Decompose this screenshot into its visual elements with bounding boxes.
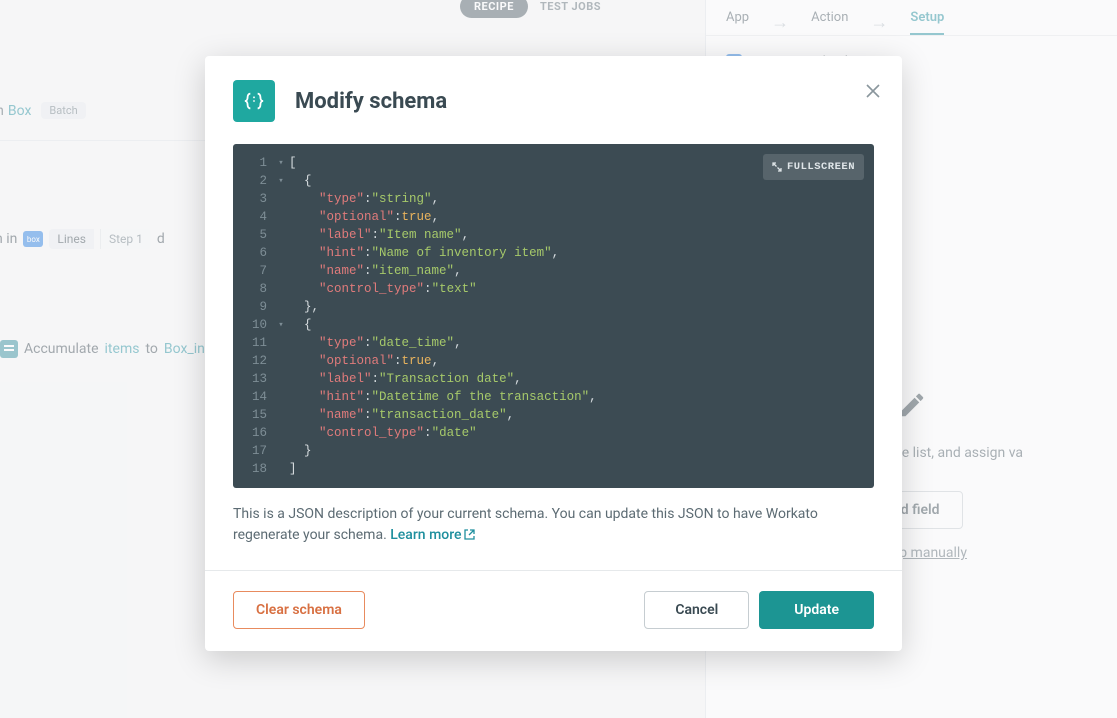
schema-icon <box>233 80 275 122</box>
modal-description: This is a JSON description of your curre… <box>233 504 874 546</box>
cancel-button[interactable]: Cancel <box>644 591 749 629</box>
line-gutter: 123456789101112131415161718 <box>233 154 273 478</box>
json-editor[interactable]: FULLSCREEN 123456789101112131415161718 ▾… <box>233 144 874 488</box>
close-icon <box>866 84 880 98</box>
close-button[interactable] <box>866 84 880 102</box>
external-link-icon <box>464 526 475 537</box>
editor-inner: 123456789101112131415161718 ▾▾▾ [ { "typ… <box>233 144 874 488</box>
fold-gutter: ▾▾▾ <box>273 154 289 478</box>
clear-schema-button[interactable]: Clear schema <box>233 591 365 629</box>
modal-title: Modify schema <box>295 89 447 114</box>
modal-header: Modify schema <box>205 56 902 144</box>
desc-text: This is a JSON description of your curre… <box>233 506 818 543</box>
modal-body: FULLSCREEN 123456789101112131415161718 ▾… <box>205 144 902 571</box>
modal-footer: Clear schema Cancel Update <box>205 571 902 651</box>
fullscreen-label: FULLSCREEN <box>787 158 855 176</box>
modify-schema-modal: Modify schema FULLSCREEN 123456789101112… <box>205 56 902 651</box>
expand-icon <box>772 162 782 172</box>
fullscreen-button[interactable]: FULLSCREEN <box>763 154 864 180</box>
update-button[interactable]: Update <box>759 591 874 629</box>
code-content[interactable]: [ { "type":"string", "optional":true, "l… <box>289 154 874 478</box>
learn-more-link[interactable]: Learn more <box>390 527 474 543</box>
